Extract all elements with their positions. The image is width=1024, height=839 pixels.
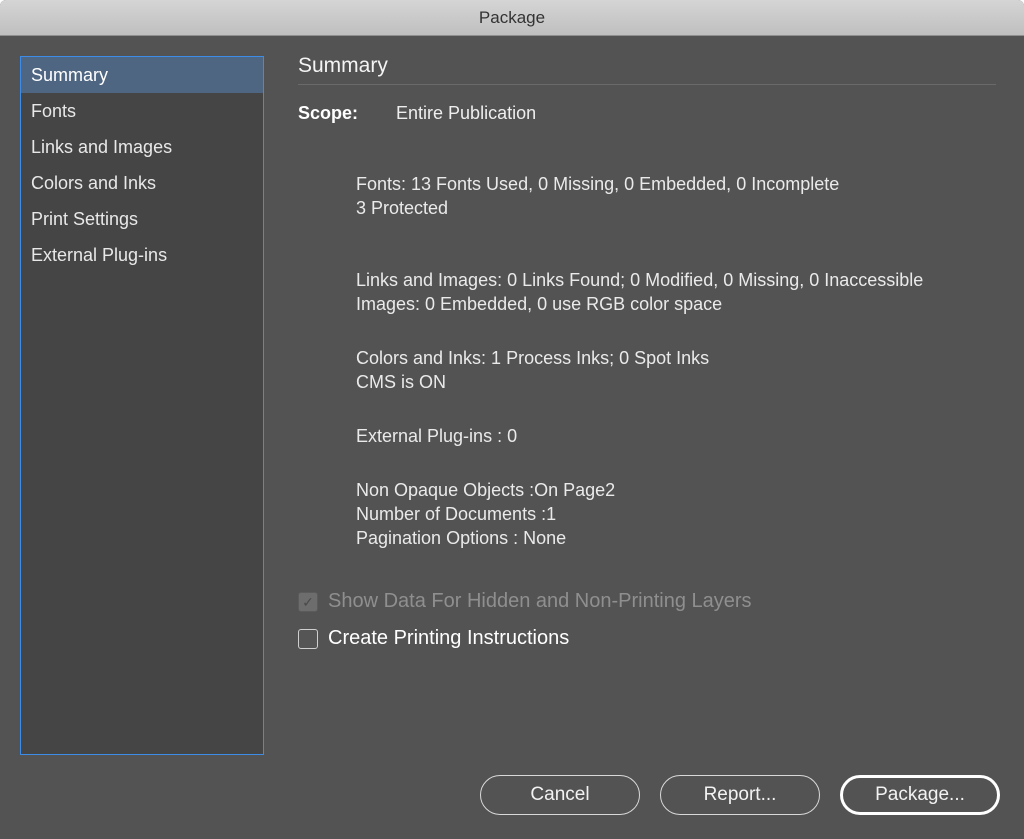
check-icon: ✓: [302, 595, 314, 609]
sidebar-item-label: Print Settings: [31, 209, 138, 230]
links-summary: Links and Images: 0 Links Found; 0 Modif…: [356, 268, 996, 316]
sidebar-item-links-images[interactable]: Links and Images: [21, 129, 263, 165]
sidebar-item-summary[interactable]: Summary: [21, 57, 263, 93]
report-button[interactable]: Report...: [660, 775, 820, 815]
sidebar-item-label: Colors and Inks: [31, 173, 156, 194]
show-data-checkbox: ✓: [298, 592, 318, 612]
show-data-checkbox-row: ✓ Show Data For Hidden and Non-Printing …: [298, 590, 996, 613]
sidebar-item-fonts[interactable]: Fonts: [21, 93, 263, 129]
scope-label: Scope:: [298, 103, 358, 124]
sidebar-item-colors-inks[interactable]: Colors and Inks: [21, 165, 263, 201]
dialog-content: Summary Fonts Links and Images Colors an…: [0, 36, 1024, 769]
package-dialog: Package Summary Fonts Links and Images C…: [0, 0, 1024, 839]
checkbox-section: ✓ Show Data For Hidden and Non-Printing …: [298, 576, 996, 650]
sidebar-item-external-plugins[interactable]: External Plug-ins: [21, 237, 263, 273]
docs-line: Number of Documents :1: [356, 502, 996, 526]
scope-row: Scope: Entire Publication: [298, 103, 996, 124]
opaque-line: Non Opaque Objects :On Page2: [356, 478, 996, 502]
main-panel: Summary Scope: Entire Publication Fonts:…: [264, 56, 1004, 755]
sidebar-item-label: Summary: [31, 65, 108, 86]
fonts-line-1: Fonts: 13 Fonts Used, 0 Missing, 0 Embed…: [356, 172, 996, 196]
sidebar: Summary Fonts Links and Images Colors an…: [20, 56, 264, 755]
sidebar-item-label: External Plug-ins: [31, 245, 167, 266]
plugins-summary: External Plug-ins : 0: [356, 424, 996, 448]
fonts-summary: Fonts: 13 Fonts Used, 0 Missing, 0 Embed…: [356, 172, 996, 220]
cancel-button[interactable]: Cancel: [480, 775, 640, 815]
colors-line-2: CMS is ON: [356, 370, 996, 394]
create-printing-checkbox-row[interactable]: Create Printing Instructions: [298, 627, 996, 650]
titlebar: Package: [0, 0, 1024, 36]
plugins-line: External Plug-ins : 0: [356, 424, 996, 448]
dialog-title: Package: [479, 8, 545, 28]
show-data-label: Show Data For Hidden and Non-Printing La…: [328, 590, 752, 613]
create-printing-checkbox[interactable]: [298, 629, 318, 649]
create-printing-label: Create Printing Instructions: [328, 627, 569, 650]
sidebar-item-label: Fonts: [31, 101, 76, 122]
page-title: Summary: [298, 54, 996, 85]
package-button[interactable]: Package...: [840, 775, 1000, 815]
pagination-line: Pagination Options : None: [356, 526, 996, 550]
fonts-line-2: 3 Protected: [356, 196, 996, 220]
scope-value: Entire Publication: [396, 103, 536, 124]
links-line-2: Images: 0 Embedded, 0 use RGB color spac…: [356, 292, 996, 316]
colors-summary: Colors and Inks: 1 Process Inks; 0 Spot …: [356, 346, 996, 394]
dialog-footer: Cancel Report... Package...: [0, 769, 1024, 839]
colors-line-1: Colors and Inks: 1 Process Inks; 0 Spot …: [356, 346, 996, 370]
misc-summary: Non Opaque Objects :On Page2 Number of D…: [356, 478, 996, 550]
sidebar-item-print-settings[interactable]: Print Settings: [21, 201, 263, 237]
links-line-1: Links and Images: 0 Links Found; 0 Modif…: [356, 268, 996, 292]
sidebar-item-label: Links and Images: [31, 137, 172, 158]
